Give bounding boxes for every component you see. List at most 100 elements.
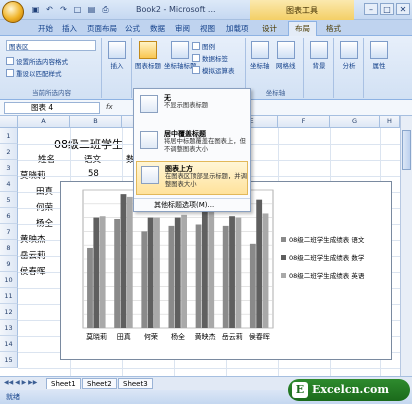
row-header[interactable]: 3 <box>0 160 18 176</box>
fx-icon[interactable]: fx <box>106 103 113 111</box>
name-cell[interactable]: 田真 <box>36 185 53 197</box>
chart-title-button[interactable]: 图表标题 <box>135 41 161 70</box>
x-tick-label: 黄映杰 <box>195 332 216 341</box>
row-header[interactable]: 2 <box>0 144 18 160</box>
data-table-label: 模拟运算表 <box>202 67 235 75</box>
row-header[interactable]: 14 <box>0 336 18 352</box>
row-header[interactable]: 4 <box>0 176 18 192</box>
data-labels-button[interactable]: 数据标签 <box>192 53 228 63</box>
maximize-icon[interactable]: □ <box>380 3 394 15</box>
bar <box>208 198 215 328</box>
row-header[interactable]: 15 <box>0 352 18 368</box>
bar <box>249 243 256 328</box>
data-table-button[interactable]: 模拟运算表 <box>192 65 235 75</box>
bar <box>229 216 235 328</box>
menu-item-desc: 在图表区顶部显示标题，并调整图表大小 <box>165 173 247 188</box>
tab-insert[interactable]: 插入 <box>62 23 77 34</box>
column-header[interactable]: G <box>330 116 380 128</box>
name-cell[interactable]: 黄映杰 <box>20 233 46 245</box>
reset-style-button[interactable]: 重设以匹配样式 <box>6 68 62 78</box>
name-cell[interactable]: 岳云莉 <box>20 249 46 261</box>
group-label: 坐标轴 <box>265 89 286 97</box>
bar <box>93 217 100 328</box>
axes-button[interactable]: 坐标轴 <box>250 41 270 70</box>
sheet-tab-3[interactable]: Sheet3 <box>118 378 153 389</box>
axes-group: 坐标轴 网格线 坐标轴 <box>248 38 304 98</box>
format-selection-button[interactable]: 设置所选内容格式 <box>6 56 68 66</box>
name-cell[interactable]: 何荣 <box>36 201 53 213</box>
save-icon[interactable]: ▣ <box>30 4 41 15</box>
legend-button[interactable]: 图例 <box>192 41 215 51</box>
sheet-nav-icons[interactable]: ◀◀ ◀ ▶ ▶▶ <box>4 379 37 386</box>
bar <box>141 231 148 328</box>
sheet-tab-1[interactable]: Sheet1 <box>46 378 81 389</box>
bar <box>201 210 208 328</box>
insert-button[interactable]: 插入 <box>108 41 126 70</box>
row-header[interactable]: 11 <box>0 288 18 304</box>
name-box[interactable]: 图表 4 <box>4 102 100 114</box>
status-text: 就绪 <box>6 393 20 401</box>
name-cell[interactable]: 莫晓莉 <box>20 169 46 181</box>
window-title: Book2 - Microsoft ... <box>136 5 216 14</box>
tab-format[interactable]: 格式 <box>326 23 341 34</box>
legend-swatch <box>281 273 286 278</box>
open-icon[interactable]: ▤ <box>86 4 97 15</box>
tab-design[interactable]: 设计 <box>262 23 277 34</box>
undo-icon[interactable]: ↶ <box>44 4 55 15</box>
window-controls: – □ ✕ <box>364 3 410 15</box>
menu-item-above-chart[interactable]: 图表上方 在图表区顶部显示标题，并调整图表大小 <box>136 161 248 195</box>
axes-icon <box>250 41 269 59</box>
column-header[interactable]: A <box>18 116 70 128</box>
tab-data[interactable]: 数据 <box>150 23 165 34</box>
analysis-button[interactable]: 分析 <box>340 41 358 70</box>
tab-layout[interactable]: 布局 <box>288 21 317 37</box>
redo-icon[interactable]: ↷ <box>58 4 69 15</box>
column-header[interactable]: B <box>70 116 122 128</box>
tab-home[interactable]: 开始 <box>38 23 53 34</box>
tab-view[interactable]: 视图 <box>200 23 215 34</box>
tab-page-layout[interactable]: 页面布局 <box>87 23 117 34</box>
row-header[interactable]: 7 <box>0 224 18 240</box>
row-header[interactable]: 8 <box>0 240 18 256</box>
bar <box>222 225 229 328</box>
row-header[interactable]: 9 <box>0 256 18 272</box>
row-header[interactable]: 6 <box>0 208 18 224</box>
header-chinese-cell[interactable]: 语文 <box>84 153 101 165</box>
gridlines-label: 网格线 <box>276 62 296 70</box>
column-header[interactable]: H <box>380 116 400 128</box>
tab-review[interactable]: 审阅 <box>175 23 190 34</box>
name-cell[interactable]: 杨全 <box>36 217 53 229</box>
menu-item-none[interactable]: 无 不显示图表标题 <box>136 91 248 121</box>
column-header[interactable]: F <box>278 116 330 128</box>
close-icon[interactable]: ✕ <box>396 3 410 15</box>
properties-group: 属性 <box>366 38 396 98</box>
chart-element-select[interactable]: 图表区 <box>6 40 96 51</box>
new-icon[interactable]: □ <box>72 4 83 15</box>
name-cell[interactable]: 侯春晖 <box>20 265 46 277</box>
gridlines-button[interactable]: 网格线 <box>276 41 296 70</box>
row-header[interactable]: 13 <box>0 320 18 336</box>
select-all-corner[interactable] <box>0 116 18 128</box>
axis-title-icon <box>171 41 190 59</box>
background-button[interactable]: 背景 <box>310 41 328 70</box>
tab-addins[interactable]: 加载项 <box>226 23 249 34</box>
properties-button[interactable]: 属性 <box>370 41 388 70</box>
more-title-options[interactable]: 其他标题选项(M)... <box>134 198 250 211</box>
row-header[interactable]: 1 <box>0 128 18 144</box>
row-header[interactable]: 12 <box>0 304 18 320</box>
value-cell[interactable]: 58 <box>88 169 99 179</box>
minimize-icon[interactable]: – <box>364 3 378 15</box>
print-icon[interactable]: ⎙ <box>100 4 111 15</box>
reset-icon <box>6 69 14 77</box>
legend-label: 08级二班学生成绩表 语文 <box>289 235 365 244</box>
header-name-cell[interactable]: 姓名 <box>38 153 55 165</box>
office-button[interactable] <box>2 1 24 23</box>
tab-formulas[interactable]: 公式 <box>125 23 140 34</box>
vertical-scrollbar[interactable] <box>400 116 412 376</box>
menu-item-centered-overlay[interactable]: 居中覆盖标题 将居中标题覆盖在图表上，但不调整图表大小 <box>136 127 248 157</box>
scroll-thumb[interactable] <box>402 130 411 170</box>
row-header[interactable]: 10 <box>0 272 18 288</box>
sheet-tab-2[interactable]: Sheet2 <box>82 378 117 389</box>
bar <box>168 225 175 328</box>
row-header[interactable]: 5 <box>0 192 18 208</box>
